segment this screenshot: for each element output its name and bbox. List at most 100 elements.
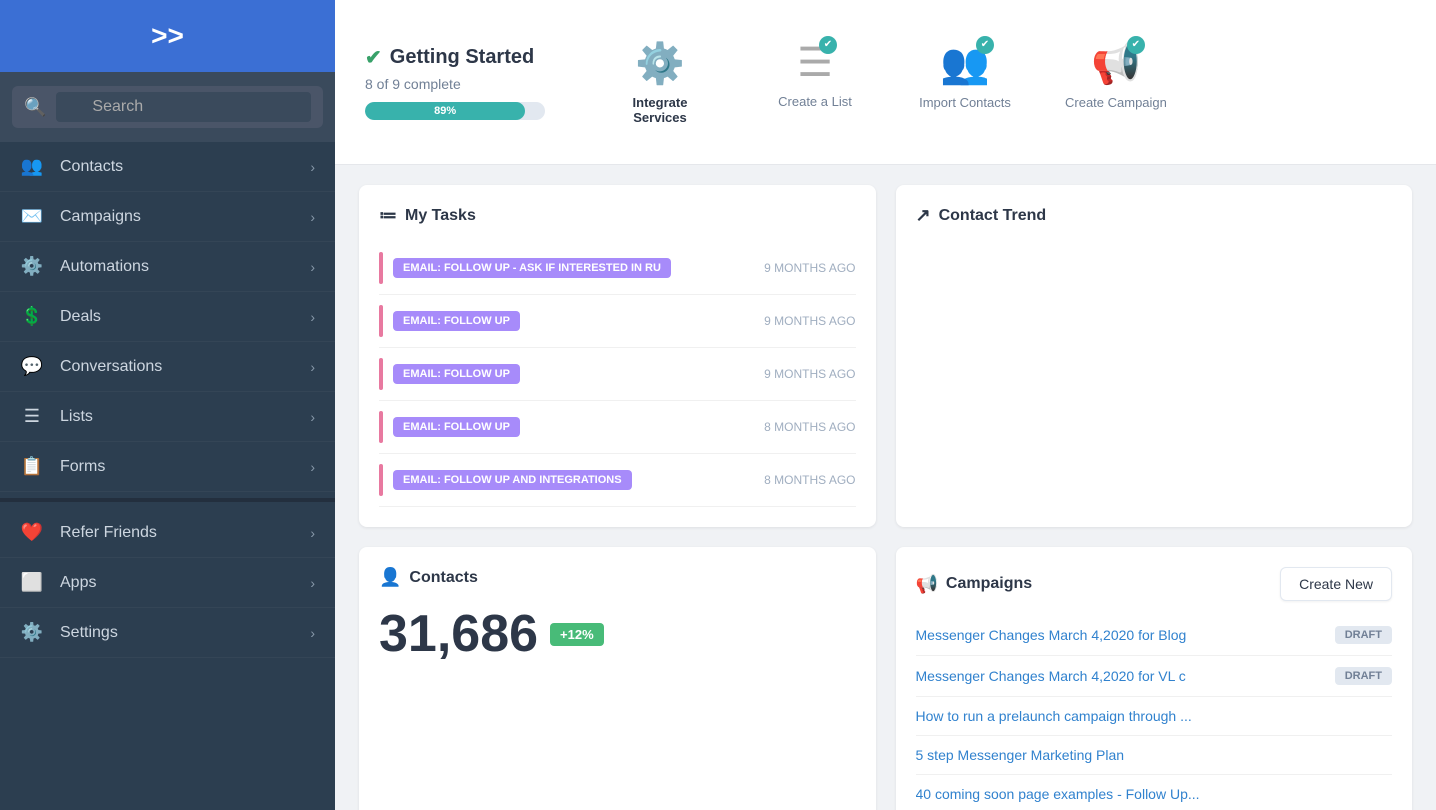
task-item: EMAIL: FOLLOW UP AND INTEGRATIONS 8 MONT… <box>379 454 856 507</box>
contacts-card-icon: 👤 <box>379 567 401 588</box>
gs-import-check: ✔ <box>976 36 994 54</box>
task-left-1: EMAIL: FOLLOW UP <box>379 305 520 337</box>
getting-started-section: ✔ Getting Started 8 of 9 complete 89% ⚙️… <box>335 0 1436 165</box>
gs-import-icon-wrap: 👥 ✔ <box>940 40 990 87</box>
sidebar-label-refer-friends: Refer Friends <box>60 524 157 542</box>
logo-icon: >> <box>151 20 184 52</box>
gs-integrate-label: Integrate Services <box>605 95 715 125</box>
campaigns-icon: 📢 <box>916 574 938 595</box>
contact-trend-title: ↗ Contact Trend <box>916 205 1393 226</box>
campaign-item-4: 40 coming soon page examples - Follow Up… <box>916 775 1393 810</box>
gs-step-create-campaign[interactable]: 📢 ✔ Create Campaign <box>1065 40 1167 110</box>
task-time-0: 9 MONTHS AGO <box>764 261 855 275</box>
campaign-name-4[interactable]: 40 coming soon page examples - Follow Up… <box>916 786 1200 802</box>
campaign-item-2: How to run a prelaunch campaign through … <box>916 697 1393 736</box>
apps-icon: ⬜ <box>20 572 44 593</box>
chevron-forms: › <box>310 459 315 475</box>
task-item: EMAIL: FOLLOW UP 9 MONTHS AGO <box>379 295 856 348</box>
gs-step-create-list[interactable]: ☰ ✔ Create a List <box>765 40 865 109</box>
campaigns-title-text: Campaigns <box>946 575 1032 593</box>
gs-subtitle: 8 of 9 complete <box>365 76 565 92</box>
sidebar-label-deals: Deals <box>60 308 101 326</box>
task-bar-4 <box>379 464 383 496</box>
sidebar-item-campaigns[interactable]: ✉️ Campaigns › <box>0 192 335 242</box>
campaign-item-0: Messenger Changes March 4,2020 for Blog … <box>916 615 1393 656</box>
main-content: ✔ Getting Started 8 of 9 complete 89% ⚙️… <box>335 0 1436 810</box>
contacts-card-title: 👤 Contacts <box>379 567 856 588</box>
campaign-name-0[interactable]: Messenger Changes March 4,2020 for Blog <box>916 627 1187 643</box>
gs-steps: ⚙️ Integrate Services ☰ ✔ Create a List … <box>605 40 1167 125</box>
sidebar-label-automations: Automations <box>60 258 149 276</box>
task-left-3: EMAIL: FOLLOW UP <box>379 411 520 443</box>
task-item: EMAIL: FOLLOW UP 9 MONTHS AGO <box>379 348 856 401</box>
gs-integrate-icon: ⚙️ <box>635 42 685 86</box>
task-left-2: EMAIL: FOLLOW UP <box>379 358 520 390</box>
task-left-4: EMAIL: FOLLOW UP AND INTEGRATIONS <box>379 464 632 496</box>
task-time-2: 9 MONTHS AGO <box>764 367 855 381</box>
contacts-growth-badge: +12% <box>550 623 604 646</box>
task-bar-0 <box>379 252 383 284</box>
sidebar-item-deals[interactable]: 💲 Deals › <box>0 292 335 342</box>
campaigns-card-title: 📢 Campaigns <box>916 574 1033 595</box>
task-time-4: 8 MONTHS AGO <box>764 473 855 487</box>
sidebar-item-apps[interactable]: ⬜ Apps › <box>0 558 335 608</box>
automations-icon: ⚙️ <box>20 256 44 277</box>
gs-list-label: Create a List <box>778 94 852 109</box>
sidebar-label-campaigns: Campaigns <box>60 208 141 226</box>
sidebar-divider <box>0 498 335 502</box>
task-badge-4: EMAIL: FOLLOW UP AND INTEGRATIONS <box>393 470 632 490</box>
task-bar-2 <box>379 358 383 390</box>
sidebar-header: >> <box>0 0 335 72</box>
chevron-contacts: › <box>310 159 315 175</box>
task-left-0: EMAIL: FOLLOW UP - ASK IF INTERESTED IN … <box>379 252 671 284</box>
chevron-lists: › <box>310 409 315 425</box>
chevron-automations: › <box>310 259 315 275</box>
sidebar-label-lists: Lists <box>60 408 93 426</box>
task-badge-3: EMAIL: FOLLOW UP <box>393 417 520 437</box>
gs-list-icon-wrap: ☰ ✔ <box>797 40 833 86</box>
progress-bar-outer: 89% <box>365 102 545 120</box>
progress-bar-inner: 89% <box>365 102 525 120</box>
campaigns-icon: ✉️ <box>20 206 44 227</box>
campaign-name-2[interactable]: How to run a prelaunch campaign through … <box>916 708 1192 724</box>
campaign-name-3[interactable]: 5 step Messenger Marketing Plan <box>916 747 1125 763</box>
trend-icon: ↗ <box>916 205 931 226</box>
sidebar-label-forms: Forms <box>60 458 105 476</box>
progress-percent-label: 89% <box>434 105 456 117</box>
settings-icon: ⚙️ <box>20 622 44 643</box>
sidebar-item-forms[interactable]: 📋 Forms › <box>0 442 335 492</box>
campaign-list: Messenger Changes March 4,2020 for Blog … <box>916 615 1393 810</box>
tasks-title-text: My Tasks <box>405 207 476 225</box>
task-badge-1: EMAIL: FOLLOW UP <box>393 311 520 331</box>
sidebar-item-contacts[interactable]: 👥 Contacts › <box>0 142 335 192</box>
create-new-button[interactable]: Create New <box>1280 567 1392 601</box>
contacts-card-title-text: Contacts <box>409 569 477 587</box>
sidebar-item-refer-friends[interactable]: ❤️ Refer Friends › <box>0 508 335 558</box>
gs-list-check: ✔ <box>819 36 837 54</box>
sidebar-item-lists[interactable]: ☰ Lists › <box>0 392 335 442</box>
lists-icon: ☰ <box>20 406 44 427</box>
search-input[interactable] <box>56 92 311 122</box>
campaign-name-1[interactable]: Messenger Changes March 4,2020 for VL c <box>916 668 1186 684</box>
gs-step-import-contacts[interactable]: 👥 ✔ Import Contacts <box>915 40 1015 110</box>
sidebar: >> 🔍 👥 Contacts › ✉️ Campaigns › ⚙️ Auto… <box>0 0 335 810</box>
sidebar-item-automations[interactable]: ⚙️ Automations › <box>0 242 335 292</box>
sidebar-item-settings[interactable]: ⚙️ Settings › <box>0 608 335 658</box>
dashboard: ≔ My Tasks EMAIL: FOLLOW UP - ASK IF INT… <box>335 165 1436 810</box>
sidebar-nav: 👥 Contacts › ✉️ Campaigns › ⚙️ Automatio… <box>0 142 335 810</box>
gs-campaign-icon-wrap: 📢 ✔ <box>1091 40 1141 87</box>
chevron-campaigns: › <box>310 209 315 225</box>
task-time-1: 9 MONTHS AGO <box>764 314 855 328</box>
task-item: EMAIL: FOLLOW UP 8 MONTHS AGO <box>379 401 856 454</box>
gs-import-label: Import Contacts <box>919 95 1011 110</box>
chevron-conversations: › <box>310 359 315 375</box>
contacts-count-block: 31,686 +12% <box>379 604 856 664</box>
chevron-deals: › <box>310 309 315 325</box>
gs-title-block: ✔ Getting Started 8 of 9 complete 89% <box>365 45 565 120</box>
gs-step-integrate[interactable]: ⚙️ Integrate Services <box>605 40 715 125</box>
task-bar-3 <box>379 411 383 443</box>
sidebar-item-conversations[interactable]: 💬 Conversations › <box>0 342 335 392</box>
gs-integrate-icon-wrap: ⚙️ <box>635 40 685 87</box>
search-icon: 🔍 <box>24 97 46 118</box>
sidebar-label-settings: Settings <box>60 624 118 642</box>
